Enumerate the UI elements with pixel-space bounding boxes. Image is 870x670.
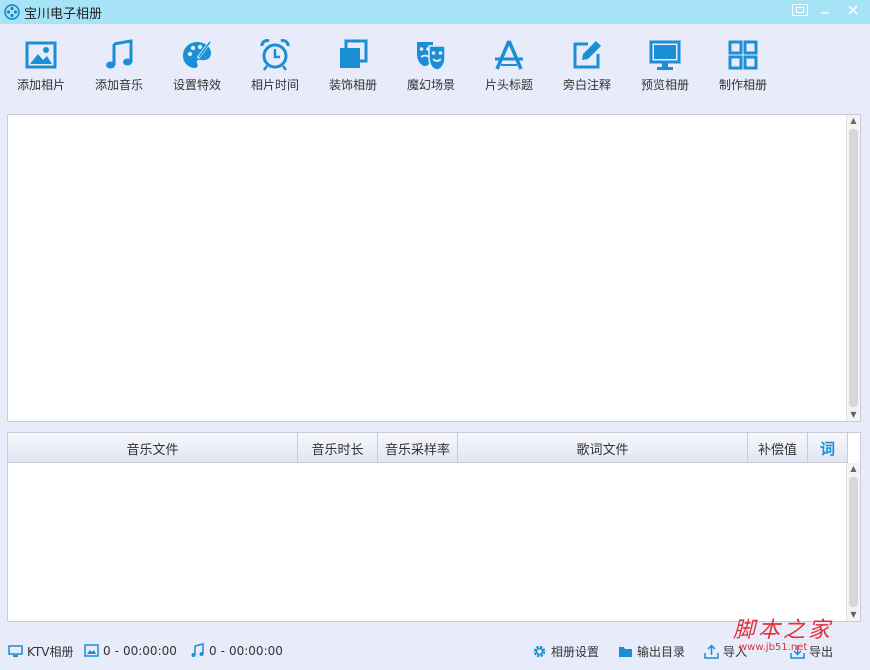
- photo-count: 0: [103, 643, 111, 658]
- scroll-thumb[interactable]: [849, 129, 858, 407]
- photo-summary: 0 - 00:00:00: [84, 643, 177, 658]
- edit-icon: [573, 41, 601, 69]
- set-effects-label: 设置特效: [172, 78, 221, 92]
- folder-icon: [619, 647, 632, 657]
- photo-duration: 00:00:00: [122, 643, 177, 658]
- theater-masks-icon: [417, 42, 446, 71]
- album-settings-button[interactable]: 相册设置: [532, 643, 599, 660]
- scroll-up-arrow-icon[interactable]: ▲: [847, 463, 860, 475]
- window-title: 宝川电子相册: [24, 6, 103, 22]
- gear-icon: [533, 645, 546, 658]
- close-icon: [848, 5, 858, 15]
- grid-icon: [728, 40, 758, 70]
- add-music-label: 添加音乐: [94, 78, 143, 92]
- export-button[interactable]: 导出: [790, 643, 833, 660]
- import-button[interactable]: 导入: [704, 643, 747, 660]
- minimize-icon: [821, 12, 829, 14]
- restore-icon: [796, 7, 804, 13]
- music-summary: 0 - 00:00:00: [190, 643, 283, 658]
- opening-title-button[interactable]: 片头标题: [470, 24, 548, 104]
- photo-time-label: 相片时间: [250, 78, 299, 92]
- photo-list-panel[interactable]: ▲ ▼: [7, 114, 861, 422]
- alarm-clock-icon: [260, 39, 290, 71]
- download-icon: [790, 645, 805, 659]
- music-duration: 00:00:00: [228, 643, 283, 658]
- monitor-icon: [8, 645, 23, 657]
- output-dir-label: 输出目录: [637, 645, 686, 659]
- close-button[interactable]: [842, 2, 864, 18]
- palette-icon: [183, 41, 212, 68]
- ktv-album-label: KTV相册: [27, 645, 74, 659]
- picture-icon: [25, 41, 57, 69]
- add-music-button[interactable]: 添加音乐: [80, 24, 158, 104]
- decorate-album-button[interactable]: 装饰相册: [314, 24, 392, 104]
- col-offset[interactable]: 补偿值: [748, 433, 808, 463]
- minimize-button[interactable]: [814, 2, 836, 18]
- main-toolbar: 添加相片 添加音乐 设置特效 相片时间 装饰相册 魔幻场景 片头标题 旁白注释 …: [0, 24, 870, 104]
- music-note-icon: [191, 643, 204, 657]
- music-table-header: 音乐文件 音乐时长 音乐采样率 歌词文件 补偿值 词: [8, 433, 848, 463]
- set-effects-button[interactable]: 设置特效: [158, 24, 236, 104]
- make-album-button[interactable]: 制作相册: [704, 24, 782, 104]
- scroll-up-arrow-icon[interactable]: ▲: [847, 115, 860, 127]
- make-album-label: 制作相册: [718, 78, 767, 92]
- scroll-thumb[interactable]: [849, 477, 858, 607]
- music-count: 0: [209, 643, 217, 658]
- title-bar: 宝川电子相册: [0, 0, 870, 24]
- opening-title-label: 片头标题: [484, 78, 533, 92]
- ktv-album-button[interactable]: KTV相册: [8, 643, 73, 660]
- narration-button[interactable]: 旁白注释: [548, 24, 626, 104]
- music-list-panel[interactable]: 音乐文件 音乐时长 音乐采样率 歌词文件 补偿值 词 ▲ ▼: [7, 432, 861, 622]
- add-photo-label: 添加相片: [16, 78, 65, 92]
- magic-scene-button[interactable]: 魔幻场景: [392, 24, 470, 104]
- music-separator: -: [220, 643, 225, 658]
- compass-pencil-icon: [495, 40, 523, 70]
- photo-separator: -: [114, 643, 119, 658]
- col-music-file[interactable]: 音乐文件: [8, 433, 298, 463]
- film-reel-icon: [4, 4, 20, 20]
- output-dir-button[interactable]: 输出目录: [618, 643, 685, 660]
- monitor-icon: [649, 40, 681, 70]
- photo-time-button[interactable]: 相片时间: [236, 24, 314, 104]
- music-note-icon: [106, 39, 133, 69]
- lyrics-icon[interactable]: 词: [808, 433, 848, 463]
- import-label: 导入: [723, 645, 748, 659]
- add-photo-button[interactable]: 添加相片: [2, 24, 80, 104]
- scroll-down-arrow-icon[interactable]: ▼: [847, 609, 860, 621]
- photo-list-scrollbar[interactable]: ▲ ▼: [846, 115, 860, 421]
- col-lyrics-file[interactable]: 歌词文件: [458, 433, 748, 463]
- decorate-album-label: 装饰相册: [328, 78, 377, 92]
- status-bar: KTV相册 0 - 00:00:00 0 - 00:00:00 相册设置 输出目…: [0, 638, 870, 664]
- export-label: 导出: [809, 645, 834, 659]
- col-music-duration[interactable]: 音乐时长: [298, 433, 378, 463]
- preview-album-button[interactable]: 预览相册: [626, 24, 704, 104]
- restore-button[interactable]: [792, 4, 808, 16]
- stacked-squares-icon: [340, 39, 368, 68]
- preview-album-label: 预览相册: [640, 78, 689, 92]
- upload-icon: [704, 644, 719, 659]
- music-list-scrollbar[interactable]: ▲ ▼: [846, 463, 860, 621]
- scroll-down-arrow-icon[interactable]: ▼: [847, 409, 860, 421]
- picture-icon: [84, 644, 99, 657]
- narration-label: 旁白注释: [562, 78, 611, 92]
- col-sample-rate[interactable]: 音乐采样率: [378, 433, 458, 463]
- album-settings-label: 相册设置: [551, 645, 600, 659]
- magic-scene-label: 魔幻场景: [406, 78, 455, 92]
